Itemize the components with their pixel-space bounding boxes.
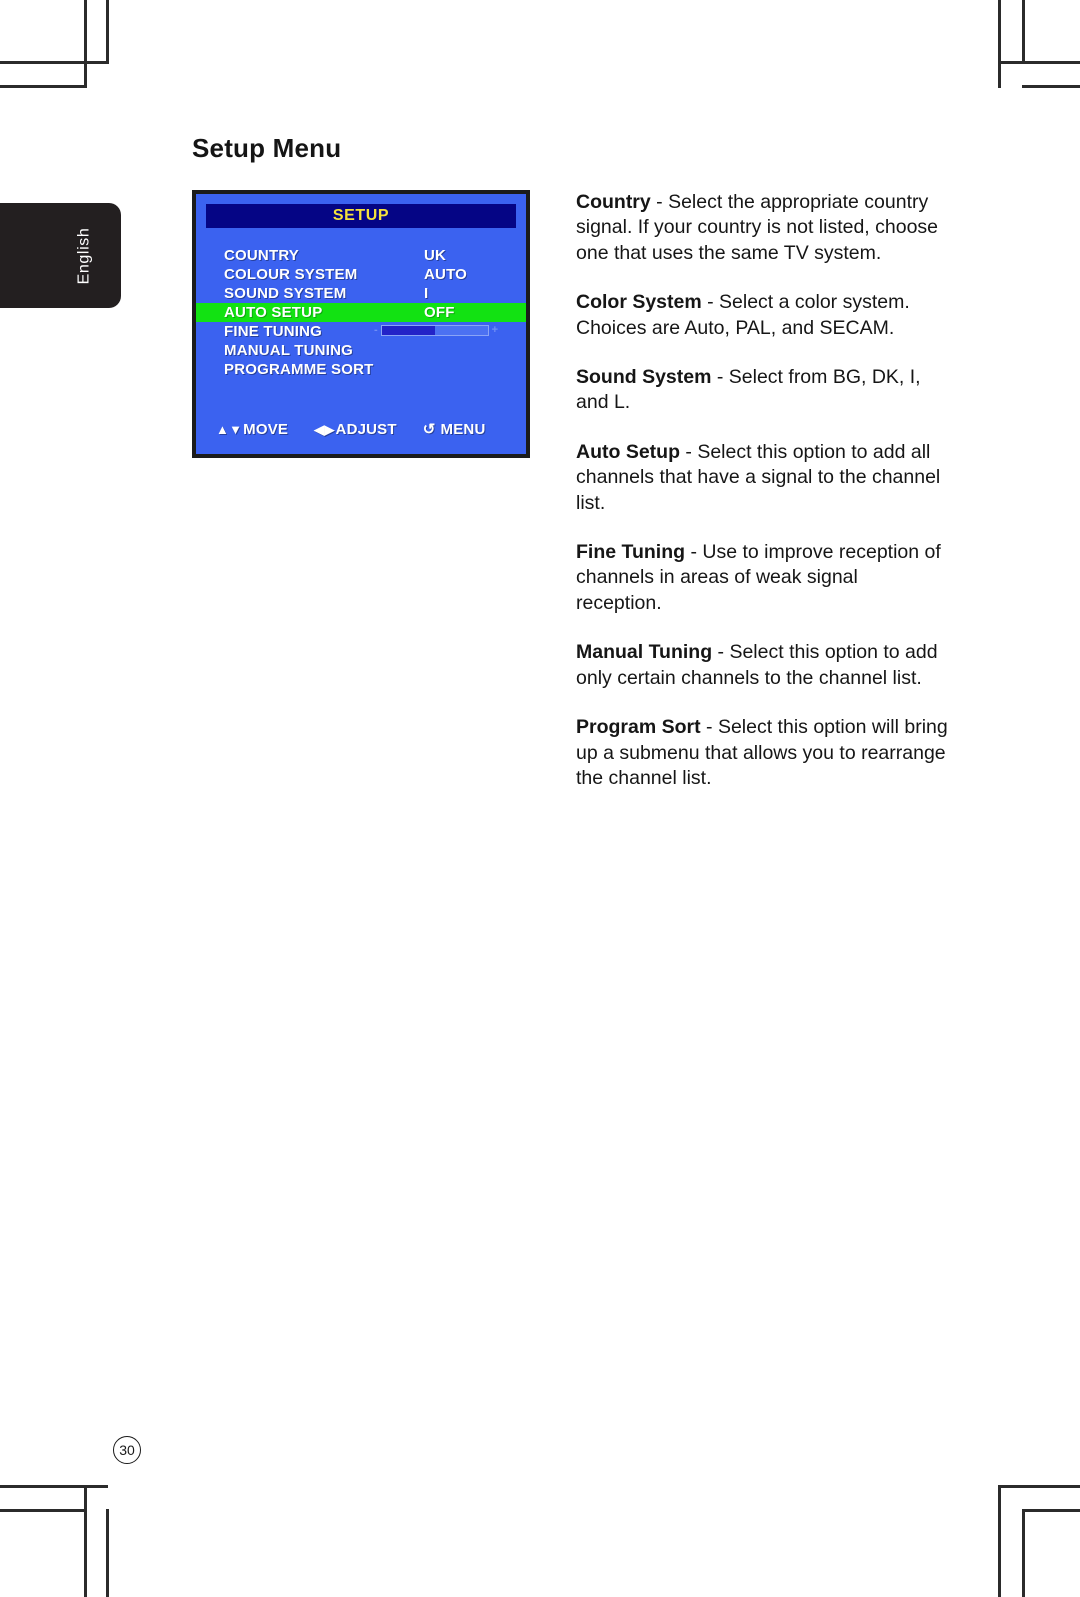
osd-title-bar: SETUP — [206, 204, 516, 228]
osd-row-label: PROGRAMME SORT — [224, 361, 374, 378]
left-right-arrows-icon: ◀▶ — [314, 422, 335, 437]
language-tab-label: English — [75, 227, 93, 284]
osd-row[interactable]: PROGRAMME SORT — [196, 360, 526, 379]
description-paragraph: Country - Select the appropriate country… — [576, 190, 948, 266]
description-paragraph: Fine Tuning - Use to improve reception o… — [576, 540, 948, 616]
return-icon: ↺ — [422, 421, 436, 438]
crop-mark-bottom-right — [968, 1468, 1080, 1597]
description-paragraph: Manual Tuning - Select this option to ad… — [576, 640, 948, 691]
osd-row[interactable]: MANUAL TUNING — [196, 341, 526, 360]
description-term: Auto Setup — [576, 440, 680, 463]
osd-hint-label: MOVE — [243, 421, 289, 438]
description-term: Color System — [576, 291, 702, 314]
osd-setup-menu-figure: SETUP COUNTRY UK COLOUR SYSTEM AUTO SOUND SY… — [192, 190, 530, 458]
osd-hint-label: ADJUST — [335, 421, 397, 438]
osd-row-label: FINE TUNING — [224, 323, 323, 340]
description-term: Country — [576, 191, 651, 213]
osd-row-label: MANUAL TUNING — [224, 342, 353, 359]
osd-row-label: COLOUR SYSTEM — [224, 266, 358, 283]
osd-hint-move: ▲▼ MOVE — [216, 421, 288, 438]
description-term: Program Sort — [576, 716, 701, 739]
description-paragraph: Auto Setup - Select this option to add a… — [576, 440, 948, 516]
description-term: Fine Tuning — [576, 541, 686, 564]
fine-tuning-slider[interactable]: - + — [374, 325, 498, 336]
osd-row-value: AUTO — [424, 266, 468, 283]
language-tab: English — [0, 203, 121, 308]
slider-fill — [381, 326, 435, 335]
osd-screen: SETUP COUNTRY UK COLOUR SYSTEM AUTO SOUND SY… — [196, 194, 526, 454]
osd-row[interactable]: SOUND SYSTEM I — [196, 284, 526, 303]
osd-row[interactable]: FINE TUNING - + — [196, 322, 526, 341]
page-number: 30 — [113, 1436, 141, 1464]
description-paragraph: Sound System - Select from BG, DK, I, an… — [576, 365, 948, 416]
crop-mark-top-left — [0, 0, 116, 100]
osd-row[interactable]: COUNTRY UK — [196, 246, 526, 265]
osd-row-label: AUTO SETUP — [224, 304, 323, 321]
osd-hint-label: MENU — [440, 421, 486, 438]
page-title: Setup Menu — [192, 133, 342, 163]
osd-row[interactable]: COLOUR SYSTEM AUTO — [196, 265, 526, 284]
osd-row-value: I — [424, 285, 429, 302]
description-term: Sound System — [576, 366, 712, 389]
description-term: Manual Tuning — [576, 641, 713, 664]
slider-plus-label: + — [491, 324, 499, 336]
up-down-arrows-icon: ▲▼ — [216, 422, 243, 437]
description-paragraph: Color System - Select a color system. Ch… — [576, 290, 948, 341]
osd-title: SETUP — [332, 207, 390, 224]
osd-row-label: COUNTRY — [224, 247, 300, 264]
osd-footer-hints: ▲▼ MOVE ◀▶ ADJUST ↺ MENU — [196, 421, 526, 438]
descriptions-column: Country - Select the appropriate country… — [576, 190, 948, 815]
osd-hint-menu: ↺ MENU — [423, 421, 486, 438]
crop-mark-bottom-left — [0, 1468, 116, 1597]
osd-menu-list: COUNTRY UK COLOUR SYSTEM AUTO SOUND SYSTEM I A… — [196, 246, 526, 379]
osd-row-value: UK — [424, 247, 447, 264]
osd-row-label: SOUND SYSTEM — [224, 285, 347, 302]
osd-row[interactable]: AUTO SETUP OFF — [196, 303, 526, 322]
description-paragraph: Program Sort - Select this option will b… — [576, 715, 948, 791]
osd-row-value: OFF — [424, 304, 455, 321]
osd-hint-adjust: ◀▶ ADJUST — [314, 421, 397, 438]
crop-mark-top-right — [968, 0, 1080, 100]
slider-minus-label: - — [374, 324, 378, 336]
slider-track[interactable] — [380, 325, 489, 336]
